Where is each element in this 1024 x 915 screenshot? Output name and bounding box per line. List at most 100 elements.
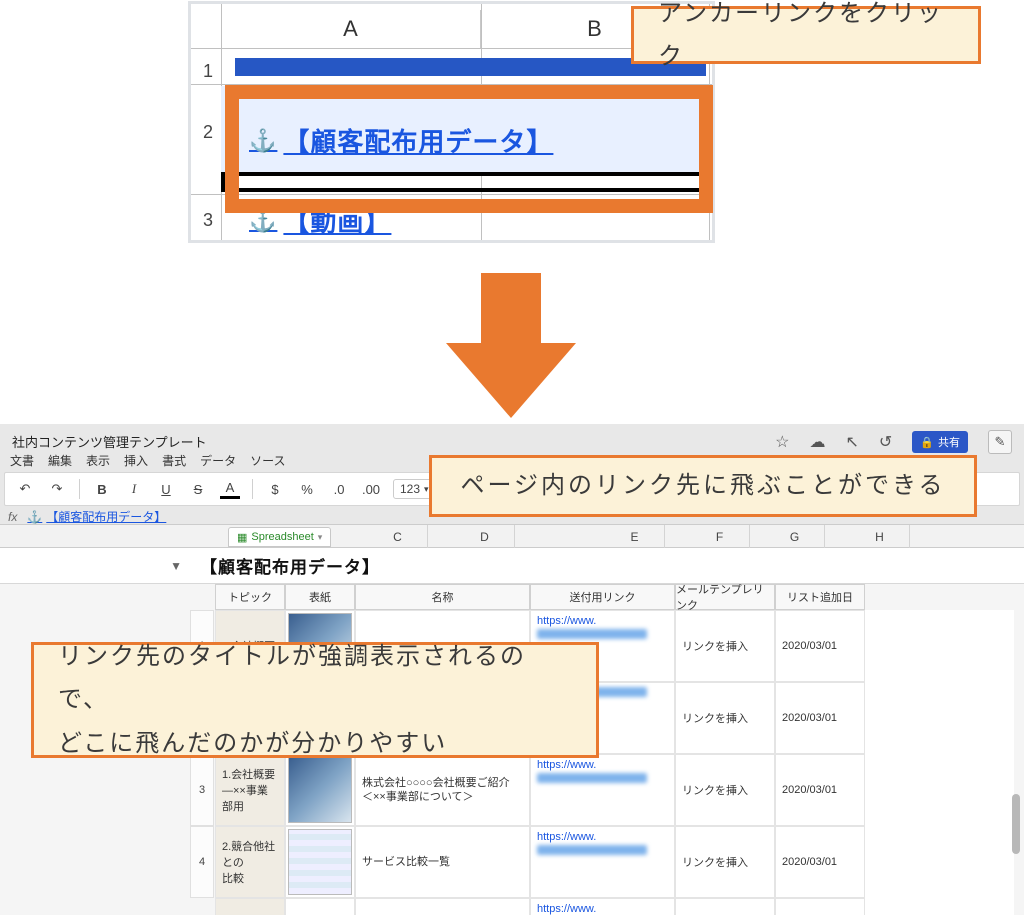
- sheet-tab-label: Spreadsheet: [251, 531, 313, 543]
- callout-title-highlight: リンク先のタイトルが強調表示されるので、 どこに飛んだのかが分かりやすい: [31, 642, 599, 758]
- document-title: 社内コンテンツ管理テンプレート: [12, 432, 207, 451]
- cell-mail[interactable]: [675, 898, 775, 915]
- th-topic: トピック: [215, 584, 285, 610]
- cell-date: 2020/03/01: [775, 682, 865, 754]
- callout-click-anchor: アンカーリンクをクリック: [631, 6, 981, 64]
- scrollbar-thumb[interactable]: [1012, 794, 1020, 854]
- menu-format[interactable]: 書式: [162, 452, 186, 469]
- cell-name[interactable]: サービス比較一覧: [355, 826, 530, 898]
- table-row: 1.会社概要 ―××事業部用 株式会社○○○○会社概要ご紹介 ＜××事業部につい…: [215, 754, 1014, 826]
- callout-text: ページ内のリンク先に飛ぶことができる: [460, 464, 945, 507]
- anchor-icon: ⚓: [27, 510, 42, 524]
- menu-edit[interactable]: 編集: [48, 452, 72, 469]
- link-prefix: https://www.: [537, 903, 596, 915]
- strike-button[interactable]: S: [188, 479, 208, 499]
- blurred-url: [537, 845, 647, 855]
- th-date: リスト追加日: [775, 584, 865, 610]
- chevron-down-icon: ▾: [424, 484, 429, 495]
- col-header-g: G: [765, 525, 825, 549]
- arrow-down: [446, 273, 576, 418]
- cell-mail[interactable]: リンクを挿入: [675, 754, 775, 826]
- thumbnail-image: [288, 757, 352, 823]
- lock-icon: 🔒: [920, 436, 934, 449]
- cell-topic[interactable]: [215, 898, 285, 915]
- col-header-e: E: [605, 525, 665, 549]
- menu-source[interactable]: ソース: [250, 452, 285, 469]
- title-action-icons: ☆ ☁ ↖ ↺ 🔒 共有 ✎: [775, 430, 1012, 454]
- thumbnail-sheet: [288, 829, 352, 895]
- cell-topic[interactable]: 1.会社概要 ―××事業部用: [215, 754, 285, 826]
- cell-cover: [285, 826, 355, 898]
- menu-view[interactable]: 表示: [86, 452, 110, 469]
- collapse-caret[interactable]: ▼: [0, 559, 200, 573]
- cell-mail[interactable]: リンクを挿入: [675, 610, 775, 682]
- cell-date: 2020/03/01: [775, 754, 865, 826]
- percent-button[interactable]: %: [297, 479, 317, 499]
- dec-dec-button[interactable]: .0: [329, 479, 349, 499]
- row-num-2: 2: [195, 92, 221, 172]
- fx-label: fx: [8, 510, 17, 524]
- cell-mail[interactable]: リンクを挿入: [675, 826, 775, 898]
- cell-link[interactable]: https://www.: [530, 754, 675, 826]
- fx-value-link[interactable]: ⚓ 【顧客配布用データ】: [27, 508, 166, 525]
- th-mail: メールテンプレリンク: [675, 584, 775, 610]
- font-color-button[interactable]: A: [220, 479, 240, 499]
- col-header-c: C: [368, 525, 428, 549]
- edit-history-icon[interactable]: ✎: [988, 430, 1012, 454]
- callout-text: リンク先のタイトルが強調表示されるので、 どこに飛んだのかが分かりやすい: [58, 635, 572, 765]
- cell-cover: [285, 754, 355, 826]
- row-number: 3: [190, 754, 214, 826]
- blurred-url: [537, 773, 647, 783]
- history-icon[interactable]: ↺: [879, 432, 892, 452]
- star-icon[interactable]: ☆: [775, 432, 789, 452]
- italic-button[interactable]: I: [124, 479, 144, 499]
- cell-name[interactable]: 株式会社○○○○会社概要ご紹介 ＜××事業部について＞: [355, 754, 530, 826]
- row-number: 4: [190, 826, 214, 898]
- table-header-row: トピック 表紙 名称 送付用リンク メールテンプレリンク リスト追加日: [215, 584, 1014, 610]
- table-row: 2.競合他社との 比較 サービス比較一覧 https://www. リンクを挿入…: [215, 826, 1014, 898]
- th-name: 名称: [355, 584, 530, 610]
- chevron-down-icon: ▾: [318, 532, 323, 543]
- th-cover: 表紙: [285, 584, 355, 610]
- inc-dec-button[interactable]: .00: [361, 479, 381, 499]
- cursor-icon[interactable]: ↖: [845, 432, 858, 452]
- cell-topic[interactable]: 2.競合他社との 比較: [215, 826, 285, 898]
- sheet-icon: ▦: [237, 531, 247, 544]
- col-header-d: D: [455, 525, 515, 549]
- separator: [79, 479, 80, 499]
- cell-date: 2020/03/01: [775, 826, 865, 898]
- col-header-a: A: [221, 10, 481, 48]
- formula-bar: fx ⚓ 【顧客配布用データ】: [8, 508, 166, 525]
- cell-date: 2020/03/01: [775, 610, 865, 682]
- cell-mail[interactable]: リンクを挿入: [675, 682, 775, 754]
- undo-icon[interactable]: ↶: [15, 479, 35, 499]
- menu-insert[interactable]: 挿入: [124, 452, 148, 469]
- redo-icon[interactable]: ↷: [47, 479, 67, 499]
- callout-jump-in-page: ページ内のリンク先に飛ぶことができる: [429, 455, 977, 517]
- th-link: 送付用リンク: [530, 584, 675, 610]
- number-format-value: 123: [400, 482, 420, 496]
- fx-value-text: 【顧客配布用データ】: [46, 508, 166, 525]
- menu-file[interactable]: 文書: [10, 452, 34, 469]
- share-label: 共有: [938, 434, 960, 450]
- currency-button[interactable]: $: [265, 479, 285, 499]
- callout-text: アンカーリンクをクリック: [658, 0, 954, 78]
- share-button[interactable]: 🔒 共有: [912, 431, 968, 453]
- row-num-3: 3: [195, 200, 221, 240]
- link-prefix: https://www.: [537, 831, 596, 843]
- column-header-strip: ▦ Spreadsheet ▾ C D E F G H: [0, 524, 1024, 548]
- sheet-tab[interactable]: ▦ Spreadsheet ▾: [228, 527, 331, 547]
- cloud-icon[interactable]: ☁: [809, 432, 825, 452]
- col-header-f: F: [690, 525, 750, 549]
- bold-button[interactable]: B: [92, 479, 112, 499]
- cell-link[interactable]: https://www.: [530, 826, 675, 898]
- cell-link[interactable]: https://www.: [530, 898, 675, 915]
- cell-date: [775, 898, 865, 915]
- menu-data[interactable]: データ: [200, 452, 236, 469]
- cell-name[interactable]: [355, 898, 530, 915]
- underline-button[interactable]: U: [156, 479, 176, 499]
- highlight-box-top: [225, 85, 713, 213]
- section-title: 【顧客配布用データ】: [200, 553, 380, 578]
- cell-cover: [285, 898, 355, 915]
- table-row: https://www.: [215, 898, 1014, 915]
